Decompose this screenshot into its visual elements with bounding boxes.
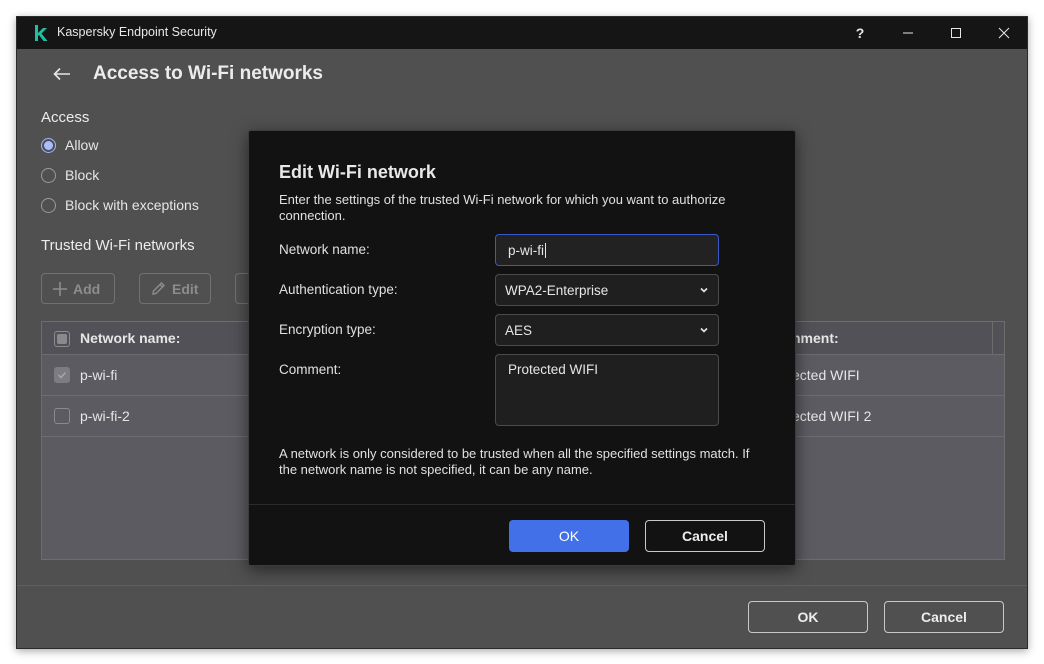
comment-label: Comment: (279, 362, 342, 377)
dialog-cancel-button[interactable]: Cancel (645, 520, 765, 552)
arrow-left-icon (53, 67, 70, 81)
close-button[interactable] (980, 17, 1027, 49)
row-network-name: p-wi-fi-2 (80, 408, 130, 424)
checkmark-icon (58, 372, 67, 379)
dialog-cancel-label: Cancel (682, 528, 728, 544)
text-cursor (545, 242, 546, 258)
auth-type-select[interactable]: WPA2-Enterprise (495, 274, 719, 306)
network-name-value: p-wi-fi (508, 242, 544, 258)
access-label: Access (41, 109, 90, 126)
radio-allow[interactable]: Allow (41, 137, 98, 153)
dialog-ok-label: OK (558, 528, 580, 544)
comment-textarea[interactable]: Protected WIFI (495, 354, 719, 426)
app-title: Kaspersky Endpoint Security (57, 25, 217, 39)
row-network-name: p-wi-fi (80, 367, 118, 383)
network-name-input[interactable]: p-wi-fi (495, 234, 719, 266)
network-name-label: Network name: (279, 242, 370, 257)
maximize-button[interactable] (932, 17, 980, 49)
dialog-note: A network is only considered to be trust… (279, 446, 750, 477)
edit-button-label: Edit (172, 280, 199, 297)
dialog-footer: OK Cancel (249, 504, 795, 566)
plus-icon (53, 281, 67, 296)
encryption-type-value: AES (505, 322, 533, 338)
cancel-button[interactable]: Cancel (884, 601, 1004, 633)
maximize-icon (951, 28, 961, 38)
radio-button[interactable] (41, 197, 56, 213)
trusted-networks-label: Trusted Wi-Fi networks (41, 237, 195, 254)
dialog-ok-button[interactable]: OK (509, 520, 629, 552)
add-button-label: Add (73, 280, 101, 297)
chevron-down-icon (700, 287, 708, 293)
cancel-button-label: Cancel (921, 609, 967, 625)
auth-type-value: WPA2-Enterprise (505, 282, 609, 298)
select-all-checkbox[interactable] (54, 331, 70, 347)
minimize-button[interactable] (884, 17, 932, 49)
row-checkbox-checked[interactable] (54, 367, 70, 383)
radio-block-with-exceptions-label: Block with exceptions (65, 197, 199, 213)
column-header-network-name[interactable]: Network name: (80, 330, 180, 346)
row-checkbox[interactable] (54, 408, 70, 424)
dialog-description: Enter the settings of the trusted Wi-Fi … (279, 192, 726, 223)
chevron-down-icon (700, 327, 708, 333)
row-comment: ected WIFI (792, 367, 860, 383)
radio-block-label: Block (65, 167, 100, 183)
encryption-type-select[interactable]: AES (495, 314, 719, 346)
encryption-type-label: Encryption type: (279, 322, 376, 337)
edit-button[interactable]: Edit (139, 273, 211, 304)
minimize-icon (903, 32, 913, 34)
column-divider[interactable] (992, 322, 993, 355)
radio-button-checked[interactable] (41, 137, 56, 153)
column-header-comment[interactable]: nment: (792, 330, 839, 346)
ok-button[interactable]: OK (748, 601, 868, 633)
close-icon (998, 27, 1010, 39)
auth-type-label: Authentication type: (279, 282, 398, 297)
row-comment: ected WIFI 2 (792, 408, 872, 424)
pencil-icon (152, 282, 165, 295)
radio-button[interactable] (41, 167, 56, 183)
ok-button-label: OK (797, 609, 819, 625)
page-footer: OK Cancel (17, 585, 1027, 648)
help-button[interactable]: ? (836, 17, 884, 49)
kaspersky-logo-icon (35, 25, 48, 41)
help-icon: ? (855, 25, 865, 41)
dialog-title: Edit Wi-Fi network (279, 162, 436, 182)
radio-allow-label: Allow (65, 137, 99, 153)
back-button[interactable] (49, 61, 75, 87)
title-bar: Kaspersky Endpoint Security ? (17, 17, 1027, 49)
radio-block[interactable]: Block (41, 167, 99, 183)
radio-block-with-exceptions[interactable]: Block with exceptions (41, 197, 199, 213)
page-header: Access to Wi-Fi networks (17, 49, 1027, 101)
comment-value: Protected WIFI (508, 362, 599, 377)
edit-wifi-dialog: Edit Wi-Fi network Enter the settings of… (248, 130, 796, 566)
page-title: Access to Wi-Fi networks (93, 63, 323, 84)
add-button[interactable]: Add (41, 273, 115, 304)
